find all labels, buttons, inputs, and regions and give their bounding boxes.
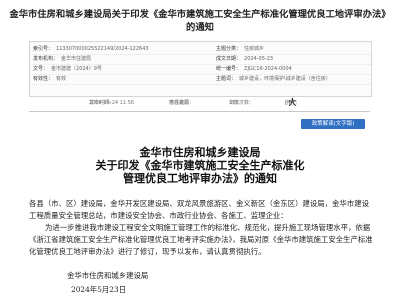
index-number-field: 索引号： 113307000025522149/2024-122643 bbox=[33, 46, 149, 52]
policy-interpretation-button[interactable]: 政策解读(文字版) bbox=[301, 119, 365, 129]
font-size-switcher: 字号：[ 大 中 小 ] bbox=[285, 98, 301, 108]
document-heading-line: 关于印发《金华市建筑施工安全生产标准化 bbox=[95, 159, 305, 172]
info-bar: 发布时间： 2024-05-24 11:56 信息来源： 市住建局 浏览次数： 139… bbox=[89, 98, 301, 108]
unified-number-field: 统一编号： ZJGC16-2024-0004 bbox=[216, 66, 292, 72]
page-title: 金华市住房和城乡建设局关于印发《金华市建筑施工安全生产标准化管理优良工地评审办法… bbox=[9, 9, 391, 33]
metadata-row bbox=[30, 84, 371, 94]
document-paragraph: 为进一步推进我市建设工程安全文明施工管理工作的标准化、规范化，提升施工现场管理水… bbox=[29, 223, 373, 256]
document-signature-date: 2024年5月23日 bbox=[71, 285, 127, 294]
keywords-field: 主题词： 城乡建设，环境保护\城乡建设（含住房） bbox=[216, 76, 331, 82]
font-size-small-link[interactable]: 小 bbox=[289, 98, 294, 108]
document-salutation: 各县（市、区）建设局，金华开发区建设局、双龙风景旅游区、金义新区（金东区）建设局… bbox=[29, 199, 369, 220]
document-metadata-table: 索引号： 113307000025522149/2024-122643 主题分类：… bbox=[29, 41, 372, 97]
validity-field: 有效性： 有效 bbox=[33, 76, 67, 82]
date-written-field: 成文日期： 2024-05-23 bbox=[216, 56, 274, 62]
document-heading-line: 管理优良工地评审办法》的通知 bbox=[123, 172, 277, 185]
category-field: 主题分类： 住房城乡 bbox=[216, 46, 265, 52]
document-heading-line: 金华市住房和城乡建设局 bbox=[139, 146, 261, 159]
document-number-field: 文号： 金市建建〔2024〕9号 bbox=[33, 66, 102, 72]
issuer-field: 发布机构： 金华市住建局 bbox=[33, 56, 92, 62]
divider bbox=[29, 111, 370, 112]
document-heading: 金华市住房和城乡建设局 关于印发《金华市建筑施工安全生产标准化 管理优良工地评审… bbox=[0, 146, 400, 185]
document-signature: 金华市住房和城乡建设局 bbox=[67, 271, 149, 280]
